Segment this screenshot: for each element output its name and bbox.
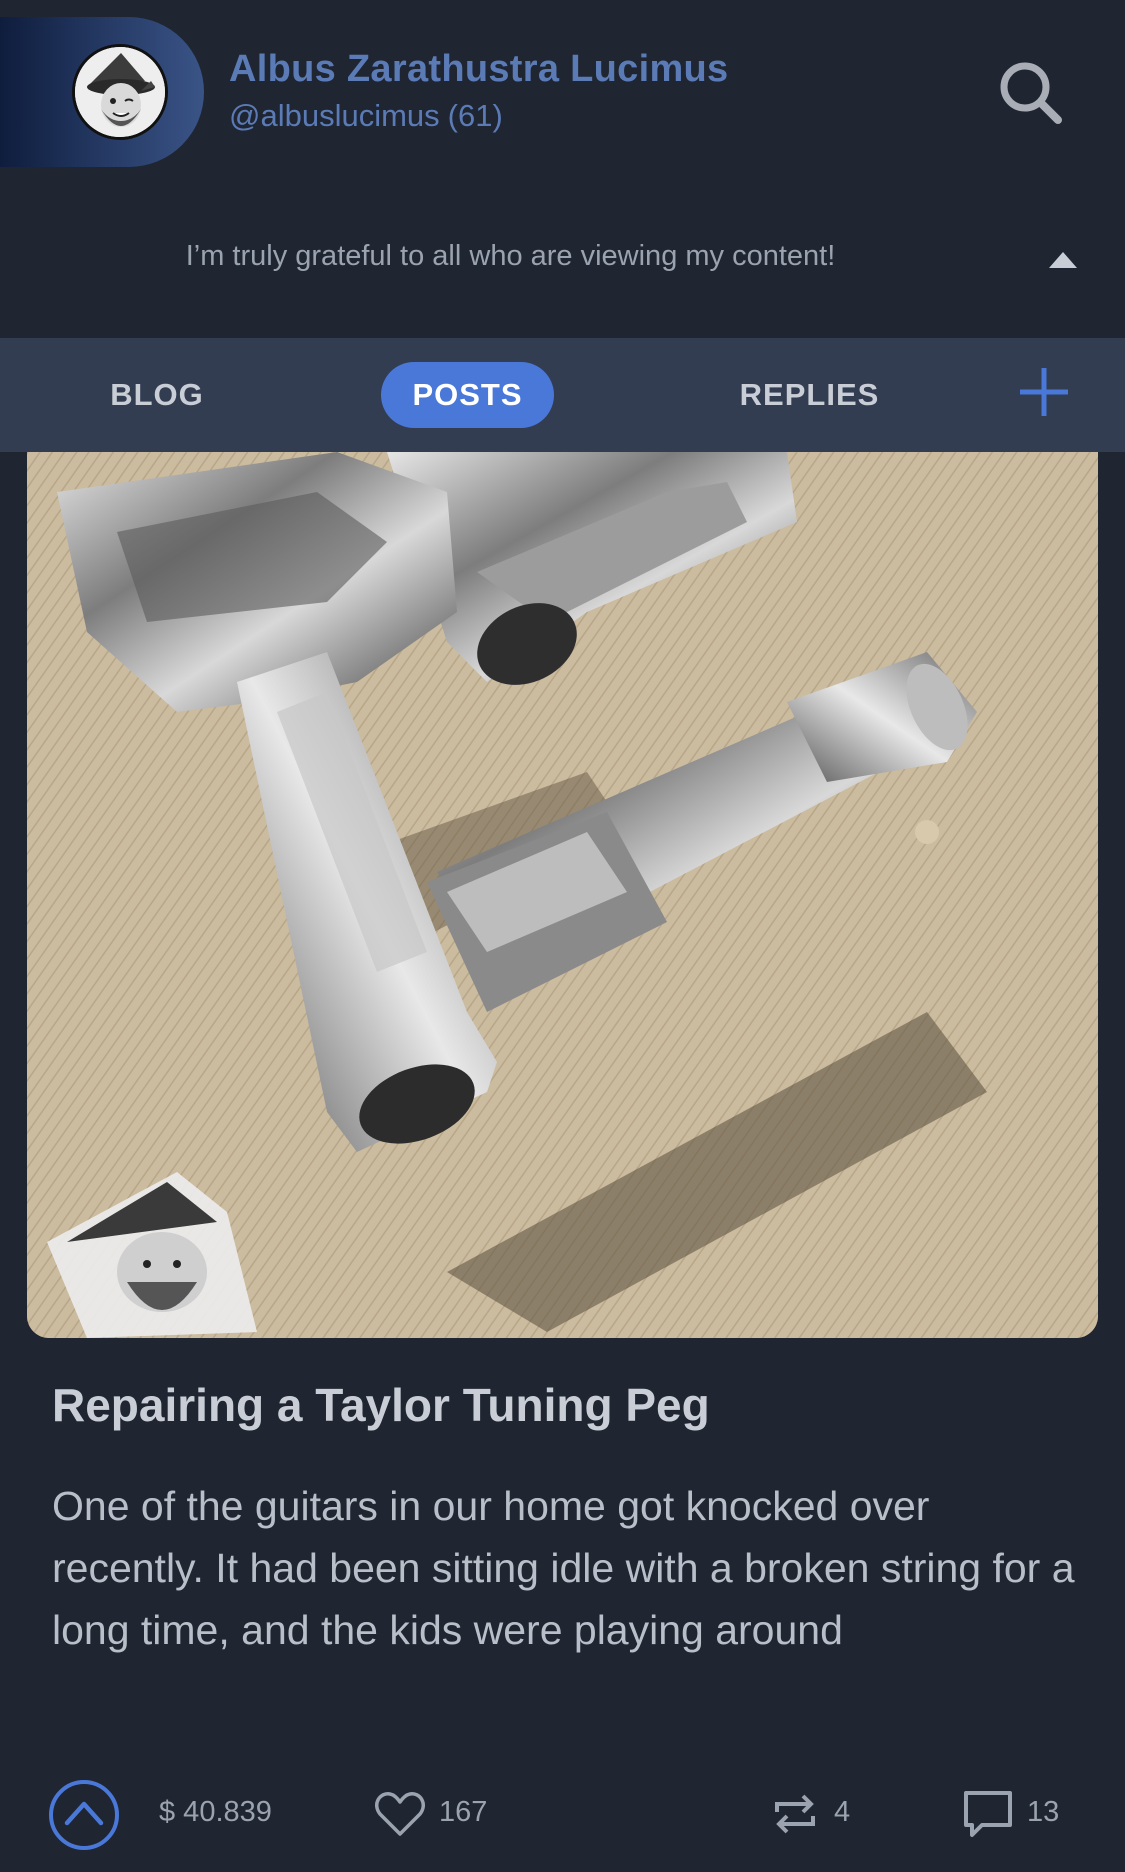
comment-button[interactable] <box>962 1789 1014 1841</box>
post-title[interactable]: Repairing a Taylor Tuning Peg <box>52 1378 1082 1432</box>
collapse-bio-button[interactable] <box>1049 252 1077 268</box>
add-button[interactable] <box>1018 366 1070 418</box>
tab-posts[interactable]: POSTS <box>381 362 554 428</box>
tab-bar: BLOG POSTS REPLIES <box>0 338 1125 452</box>
tuning-peg-photo <box>27 452 1098 1338</box>
handle-text: @albuslucimus <box>229 98 440 133</box>
like-count: 167 <box>439 1796 488 1828</box>
reblog-button[interactable] <box>771 1790 819 1838</box>
avatar[interactable] <box>72 44 168 140</box>
search-button[interactable] <box>996 58 1066 128</box>
bio-text: I’m truly grateful to all who are viewin… <box>185 240 836 272</box>
like-button[interactable] <box>374 1790 426 1838</box>
tab-replies[interactable]: REPLIES <box>716 362 903 428</box>
chevron-up-circle-icon <box>49 1780 119 1850</box>
post-image[interactable] <box>27 452 1098 1338</box>
post-actions: $ 40.839 167 4 13 <box>0 1772 1125 1862</box>
profile-name: Albus Zarathustra Lucimus <box>229 48 729 90</box>
search-icon <box>1000 62 1062 124</box>
upvote-button[interactable] <box>47 1778 121 1852</box>
repeat-icon <box>775 1794 815 1834</box>
avatar-image <box>75 47 165 137</box>
profile-bio: I’m truly grateful to all who are viewin… <box>0 240 1125 273</box>
profile-header: Albus Zarathustra Lucimus @albuslucimus(… <box>0 0 1125 338</box>
tab-blog[interactable]: BLOG <box>82 362 232 428</box>
reblog-count: 4 <box>834 1796 851 1828</box>
comment-icon <box>964 1791 1012 1837</box>
profile-handle: @albuslucimus (61) <box>229 98 503 134</box>
caret-up-icon <box>1049 252 1077 268</box>
post-excerpt[interactable]: One of the guitars in our home got knock… <box>52 1475 1082 1661</box>
payout-value[interactable]: $ 40.839 <box>159 1796 272 1829</box>
plus-icon <box>1020 368 1068 416</box>
reputation-score: (61) <box>447 98 503 133</box>
comment-count: 13 <box>1027 1796 1060 1828</box>
heart-icon <box>375 1792 425 1836</box>
